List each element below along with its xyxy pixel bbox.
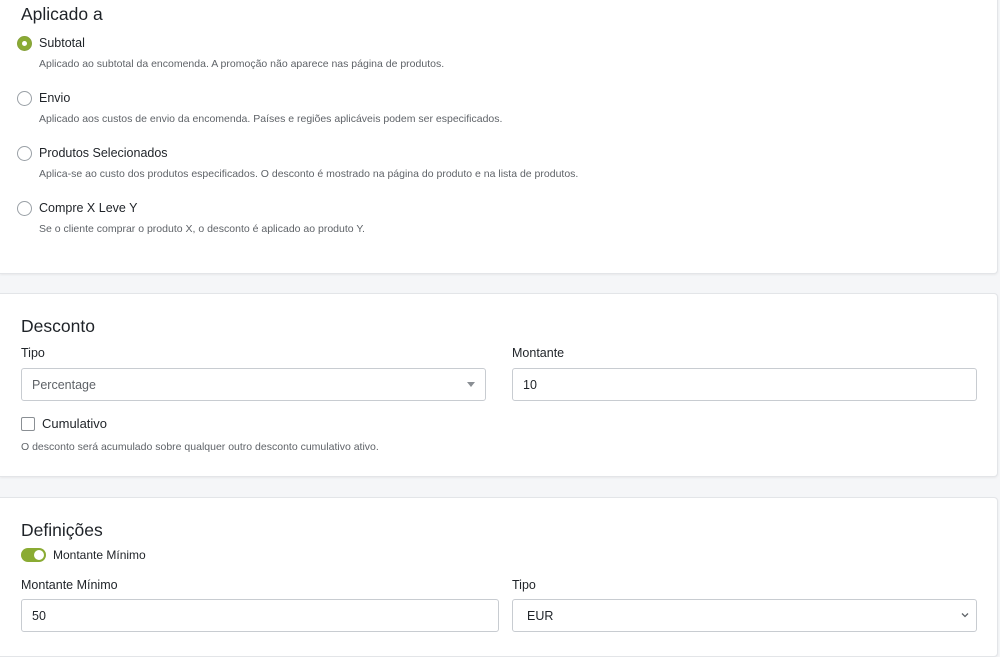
toggle-knob	[34, 550, 44, 560]
radio-subtotal[interactable]	[17, 35, 32, 51]
min-amount-value: 50	[32, 608, 46, 623]
radio-desc-subtotal: Aplicado ao subtotal da encomenda. A pro…	[39, 58, 445, 70]
cumulative-help-text: O desconto será acumulado sobre qualquer…	[21, 441, 379, 453]
cumulative-checkbox[interactable]	[21, 416, 35, 431]
radio-option-shipping[interactable]: Envio	[17, 88, 70, 108]
min-amount-input[interactable]: 50	[21, 599, 499, 632]
min-amount-toggle-row[interactable]: Montante Mínimo	[21, 548, 146, 562]
discount-amount-value: 10	[523, 377, 537, 392]
radio-option-buy-x-get-y[interactable]: Compre X Leve Y	[17, 198, 137, 218]
radio-buy-x-get-y[interactable]	[17, 200, 32, 216]
min-amount-toggle-label: Montante Mínimo	[53, 548, 146, 562]
discount-amount-label: Montante	[512, 346, 565, 360]
radio-option-selected-products[interactable]: Produtos Selecionados	[17, 143, 168, 163]
discount-type-select[interactable]: Percentage	[21, 368, 486, 401]
radio-desc-buy-x-get-y: Se o cliente comprar o produto X, o desc…	[39, 223, 365, 235]
discount-amount-input[interactable]: 10	[512, 368, 977, 401]
currency-type-label: Tipo	[512, 578, 536, 592]
radio-label-subtotal: Subtotal	[39, 36, 85, 50]
currency-value: EUR	[527, 608, 554, 623]
radio-label-selected-products: Produtos Selecionados	[39, 146, 168, 160]
radio-selected-products[interactable]	[17, 145, 32, 161]
radio-shipping[interactable]	[17, 90, 32, 106]
radio-desc-shipping: Aplicado aos custos de envio da encomend…	[39, 113, 503, 125]
caret-down-icon	[467, 382, 475, 387]
applied-to-title: Aplicado a	[21, 4, 103, 24]
cumulative-label: Cumulativo	[42, 416, 108, 431]
radio-label-shipping: Envio	[39, 91, 71, 105]
min-amount-toggle[interactable]	[21, 548, 46, 562]
cumulative-checkbox-row[interactable]: Cumulativo	[21, 416, 107, 431]
settings-title: Definições	[21, 520, 103, 540]
radio-label-buy-x-get-y: Compre X Leve Y	[39, 201, 138, 215]
currency-select[interactable]: EUR	[512, 599, 977, 632]
chevron-down-icon	[961, 613, 969, 618]
settings-card	[0, 497, 998, 657]
discount-title: Desconto	[21, 316, 95, 336]
radio-option-subtotal[interactable]: Subtotal	[17, 33, 85, 53]
radio-desc-selected-products: Aplica-se ao custo dos produtos especifi…	[39, 168, 579, 180]
min-amount-label: Montante Mínimo	[21, 578, 118, 592]
discount-type-value: Percentage	[32, 377, 96, 392]
discount-type-label: Tipo	[21, 346, 45, 360]
